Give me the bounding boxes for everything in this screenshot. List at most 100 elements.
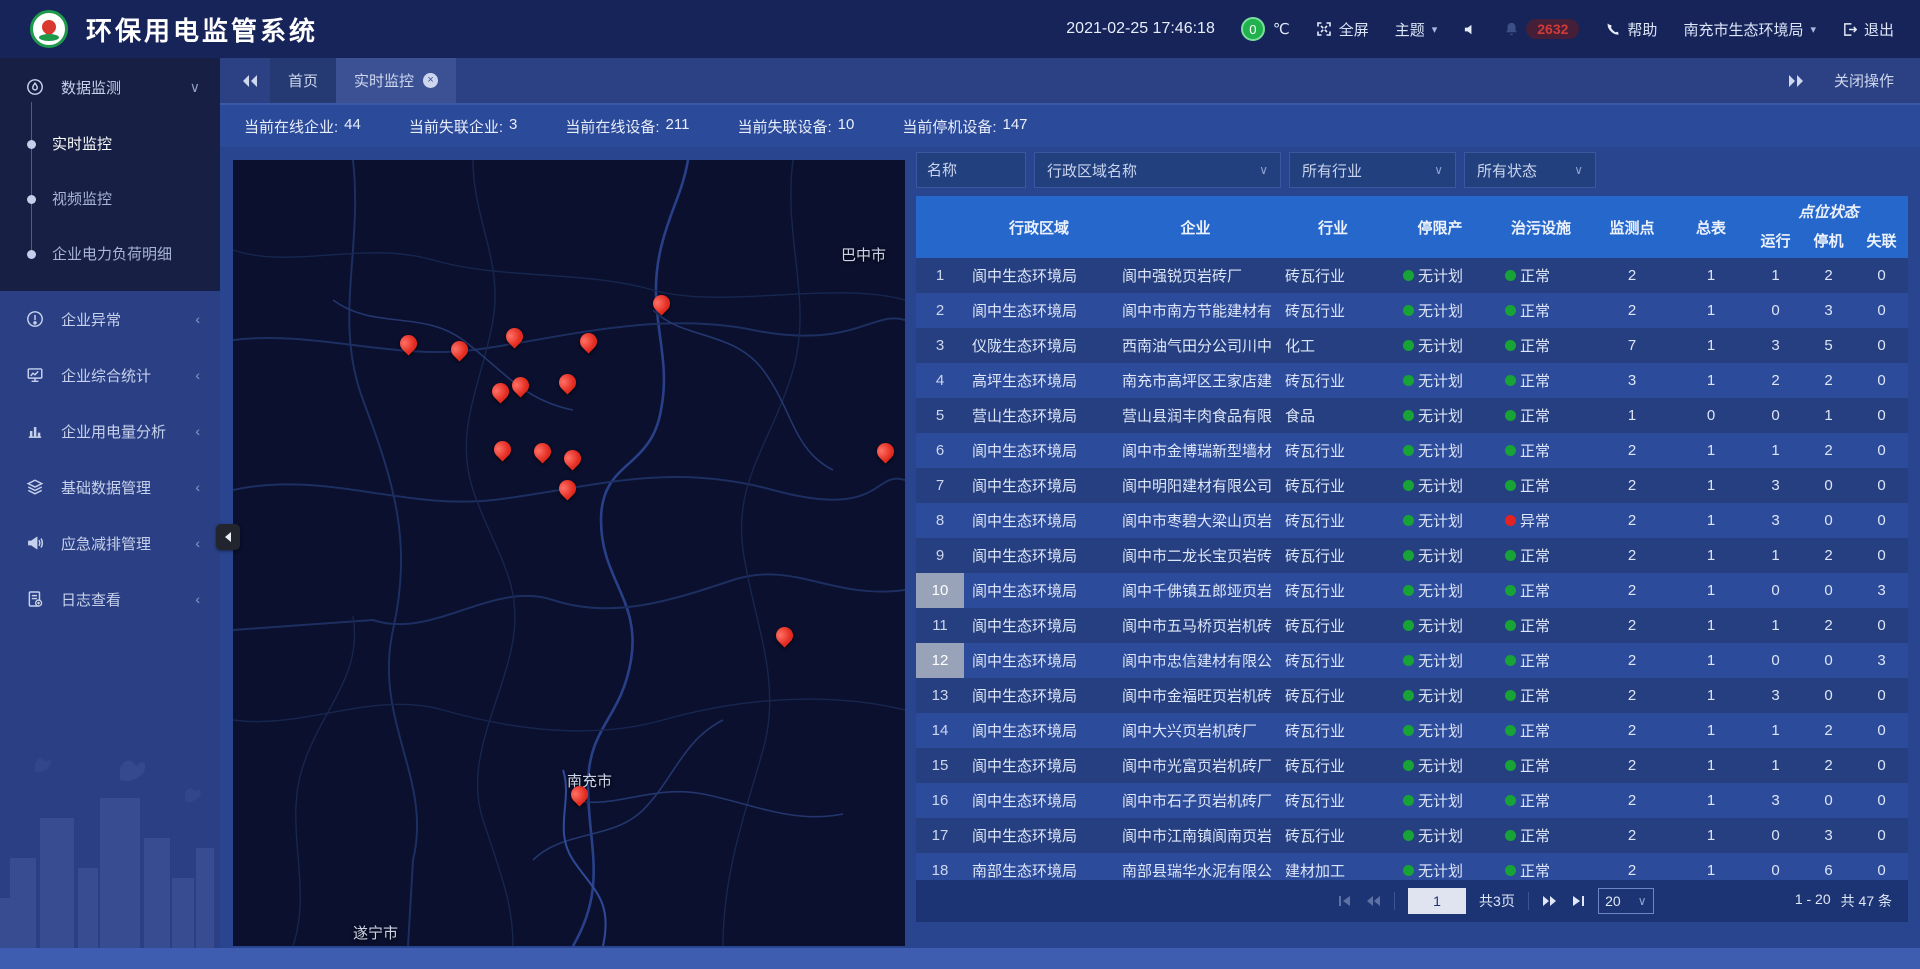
logout-button[interactable]: 退出 (1842, 19, 1894, 40)
sidebar-subitem-视频监控[interactable]: 视频监控 (0, 171, 220, 226)
stop-count-cell: 0 (1802, 792, 1855, 809)
status-dot-icon (1403, 830, 1414, 841)
stats-bar: 当前在线企业:44当前失联企业:3当前在线设备:211当前失联设备:10当前停机… (220, 105, 1920, 147)
table-row[interactable]: 2阆中生态环境局阆中市南方节能建材有砖瓦行业无计划正常21030 (916, 293, 1908, 328)
region-cell: 高坪生态环境局 (964, 370, 1114, 391)
table-row[interactable]: 13阆中生态环境局阆中市金福旺页岩机砖砖瓦行业无计划正常21300 (916, 678, 1908, 713)
close-operations-button[interactable]: 关闭操作 (1834, 70, 1894, 91)
tabs-scroll-left-button[interactable] (230, 58, 270, 103)
plan-status-label: 无计划 (1418, 300, 1463, 321)
next-page-button[interactable] (1542, 895, 1558, 907)
table-row[interactable]: 9阆中生态环境局阆中市二龙长宝页岩砖砖瓦行业无计划正常21120 (916, 538, 1908, 573)
industry-cell: 砖瓦行业 (1277, 580, 1389, 601)
row-index-cell: 17 (916, 818, 964, 853)
prev-page-button[interactable] (1365, 895, 1381, 907)
sidebar-item-企业综合统计[interactable]: 企业综合统计‹ (0, 347, 220, 403)
stop-count-cell: 2 (1802, 267, 1855, 284)
plan-status-cell: 无计划 (1389, 405, 1491, 426)
monitor-count-cell: 2 (1591, 792, 1673, 809)
logout-label: 退出 (1864, 19, 1894, 40)
table-row[interactable]: 6阆中生态环境局阆中市金博瑞新型墙材砖瓦行业无计划正常21120 (916, 433, 1908, 468)
stop-count-cell: 0 (1802, 582, 1855, 599)
column-header-total: 总表 (1673, 196, 1749, 258)
column-header-region: 行政区域 (964, 196, 1114, 258)
table-row[interactable]: 3仪陇生态环境局西南油气田分公司川中化工无计划正常71350 (916, 328, 1908, 363)
org-dropdown[interactable]: 南充市生态环境局 ▾ (1683, 19, 1816, 40)
table-row[interactable]: 18南部生态环境局南部县瑞华水泥有限公建材加工无计划正常21060 (916, 853, 1908, 880)
facility-status-cell: 正常 (1491, 405, 1591, 426)
status-dot-icon (1403, 725, 1414, 736)
prev-page-icon (1365, 895, 1381, 907)
fullscreen-button[interactable]: 全屏 (1316, 19, 1369, 40)
notifications[interactable]: 2632 (1504, 19, 1579, 39)
table-row[interactable]: 16阆中生态环境局阆中市石子页岩机砖厂砖瓦行业无计划正常21300 (916, 783, 1908, 818)
table-row[interactable]: 7阆中生态环境局阆中明阳建材有限公司砖瓦行业无计划正常21300 (916, 468, 1908, 503)
table-row[interactable]: 8阆中生态环境局阆中市枣碧大梁山页岩砖瓦行业无计划异常21300 (916, 503, 1908, 538)
double-chevron-right-icon[interactable] (1788, 75, 1804, 87)
map-panel[interactable]: 巴中市南充市遂宁市 (233, 160, 905, 946)
map-collapse-handle[interactable] (216, 524, 240, 550)
first-page-button[interactable] (1338, 895, 1352, 907)
sidebar-item-数据监测[interactable]: 数据监测∨ (0, 58, 220, 116)
stop-count-cell: 2 (1802, 722, 1855, 739)
table-row[interactable]: 10阆中生态环境局阆中千佛镇五郎垭页岩砖瓦行业无计划正常21003 (916, 573, 1908, 608)
table-row[interactable]: 17阆中生态环境局阆中市江南镇阆南页岩砖瓦行业无计划正常21030 (916, 818, 1908, 853)
table-row[interactable]: 15阆中生态环境局阆中市光富页岩机砖厂砖瓦行业无计划正常21120 (916, 748, 1908, 783)
status-dot-icon (1505, 270, 1516, 281)
table-row[interactable]: 5营山生态环境局营山县润丰肉食品有限食品无计划正常10010 (916, 398, 1908, 433)
lost-count-cell: 0 (1855, 442, 1908, 459)
total-meter-cell: 1 (1673, 757, 1749, 774)
name-filter-input[interactable] (916, 152, 1026, 188)
industry-filter-select[interactable]: 所有行业 ∨ (1289, 152, 1456, 188)
notification-badge: 2632 (1526, 19, 1579, 39)
logout-icon (1842, 22, 1857, 37)
sidebar-item-基础数据管理[interactable]: 基础数据管理‹ (0, 459, 220, 515)
page-size-select[interactable]: 20 ∨ (1598, 888, 1654, 914)
chevron-collapsed-icon: ‹ (195, 591, 200, 607)
sidebar-item-企业异常[interactable]: 企业异常‹ (0, 291, 220, 347)
chevron-collapsed-icon: ‹ (195, 423, 200, 439)
status-dot-icon (1403, 410, 1414, 421)
plan-status-cell: 无计划 (1389, 790, 1491, 811)
tab-实时监控[interactable]: 实时监控× (336, 58, 456, 103)
total-pages-label: 共3页 (1479, 891, 1515, 911)
sidebar-subitem-实时监控[interactable]: 实时监控 (0, 116, 220, 171)
bullet-dot-icon (27, 250, 36, 259)
horn-icon (26, 534, 48, 552)
table-row[interactable]: 1阆中生态环境局阆中强锐页岩砖厂砖瓦行业无计划正常21120 (916, 258, 1908, 293)
sidebar-item-label: 基础数据管理 (61, 477, 151, 498)
sidebar-subitem-企业电力负荷明细[interactable]: 企业电力负荷明细 (0, 226, 220, 281)
row-index-cell: 10 (916, 573, 964, 608)
sound-button[interactable] (1463, 22, 1478, 37)
last-page-button[interactable] (1571, 895, 1585, 907)
status-dot-icon (1403, 445, 1414, 456)
total-meter-cell: 1 (1673, 722, 1749, 739)
facility-status-cell: 正常 (1491, 755, 1591, 776)
table-row[interactable]: 14阆中生态环境局阆中大兴页岩机砖厂砖瓦行业无计划正常21120 (916, 713, 1908, 748)
run-count-cell: 3 (1749, 512, 1802, 529)
theme-dropdown[interactable]: 主题 ▾ (1395, 19, 1438, 40)
table-row[interactable]: 12阆中生态环境局阆中市忠信建材有限公砖瓦行业无计划正常21003 (916, 643, 1908, 678)
layers-icon (26, 478, 48, 496)
tab-首页[interactable]: 首页 (270, 58, 336, 103)
table-row[interactable]: 4高坪生态环境局南充市高坪区王家店建砖瓦行业无计划正常31220 (916, 363, 1908, 398)
total-meter-cell: 1 (1673, 652, 1749, 669)
row-index-cell: 1 (916, 258, 964, 293)
status-dot-icon (1403, 515, 1414, 526)
help-button[interactable]: 帮助 (1605, 19, 1657, 40)
total-meter-cell: 1 (1673, 617, 1749, 634)
status-filter-select[interactable]: 所有状态 ∨ (1464, 152, 1596, 188)
sidebar-item-应急减排管理[interactable]: 应急减排管理‹ (0, 515, 220, 571)
status-dot-icon (1505, 410, 1516, 421)
sidebar-item-日志查看[interactable]: 日志查看‹ (0, 571, 220, 627)
region-filter-select[interactable]: 行政区域名称 ∨ (1034, 152, 1281, 188)
company-cell: 阆中市枣碧大梁山页岩 (1114, 510, 1277, 531)
table-row[interactable]: 11阆中生态环境局阆中市五马桥页岩机砖砖瓦行业无计划正常21120 (916, 608, 1908, 643)
sidebar-subitem-label: 企业电力负荷明细 (52, 243, 172, 264)
sidebar-submenu: 实时监控视频监控企业电力负荷明细 (0, 116, 220, 281)
tab-close-icon[interactable]: × (423, 73, 438, 88)
page-number-input[interactable] (1408, 888, 1466, 914)
sidebar-item-企业用电量分析[interactable]: 企业用电量分析‹ (0, 403, 220, 459)
monitor-count-cell: 2 (1591, 862, 1673, 879)
stop-count-cell: 3 (1802, 302, 1855, 319)
